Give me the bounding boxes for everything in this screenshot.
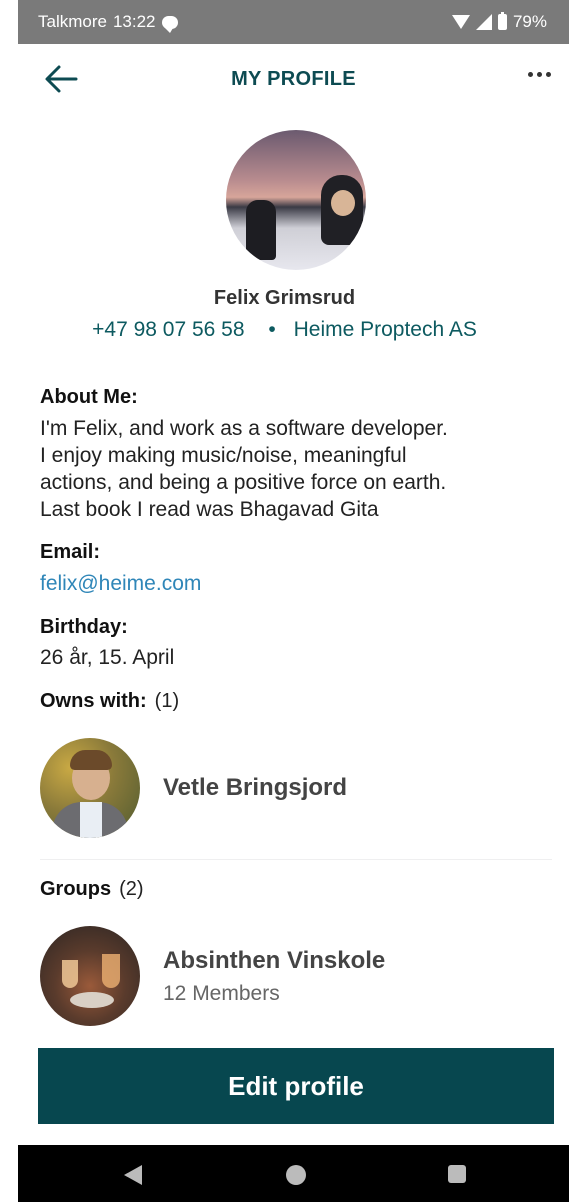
about-line: I'm Felix, and work as a software develo… [40,417,448,440]
chat-notification-icon [161,15,178,33]
signal-icon [475,14,492,30]
app-header: MY PROFILE [18,44,569,114]
wifi-icon [451,15,470,29]
battery-percent: 79% [512,12,547,31]
email-link[interactable]: felix@heime.com [40,570,540,597]
contact-separator: • [268,318,276,341]
profile-avatar [226,130,366,270]
profile-name: Felix Grimsrud [213,287,356,309]
nav-back-icon[interactable] [124,1165,142,1185]
back-arrow-icon[interactable] [44,64,78,94]
group-avatar[interactable] [40,926,140,1026]
co-owner-name[interactable]: Vetle Bringsjord [163,774,347,802]
about-label: About Me: [40,386,138,408]
section-divider [40,859,552,860]
edit-profile-button[interactable]: Edit profile [38,1048,554,1124]
nav-home-icon[interactable] [286,1165,306,1185]
status-bar: Talkmore 13:22 79% [18,0,569,44]
about-line: actions, and being a positive force on e… [40,471,447,494]
about-line: Last book I read was Bhagavad Gita [40,498,379,521]
more-options-icon[interactable] [528,72,551,77]
owns-with-label: Owns with: [40,690,147,712]
battery-icon [497,12,507,30]
about-text: I'm Felix, and work as a software develo… [40,415,540,523]
birthday-label: Birthday: [40,616,128,638]
about-line: I enjoy making music/noise, meaningful [40,444,407,467]
group-members-count: 12 Members [163,982,280,1005]
email-label: Email: [40,541,101,563]
groups-heading: Groups (2) [40,878,144,901]
groups-count: (2) [119,878,144,900]
carrier-name: Talkmore [38,12,107,31]
system-nav-bar [18,1145,569,1202]
profile-contact-line: +47 98 07 56 58 • Heime Proptech AS [0,318,569,342]
profile-phone[interactable]: +47 98 07 56 58 [92,318,244,341]
birthday-value: 26 år, 15. April [40,646,175,669]
owns-with-heading: Owns with: (1) [40,690,179,713]
page-title: MY PROFILE [231,67,356,90]
groups-label: Groups [40,878,112,900]
nav-recent-apps-icon[interactable] [448,1165,466,1183]
co-owner-avatar[interactable] [40,738,140,838]
group-name[interactable]: Absinthen Vinskole [163,947,385,975]
owns-with-count: (1) [154,690,180,712]
status-time: 13:22 [112,12,156,31]
profile-company[interactable]: Heime Proptech AS [294,318,477,341]
